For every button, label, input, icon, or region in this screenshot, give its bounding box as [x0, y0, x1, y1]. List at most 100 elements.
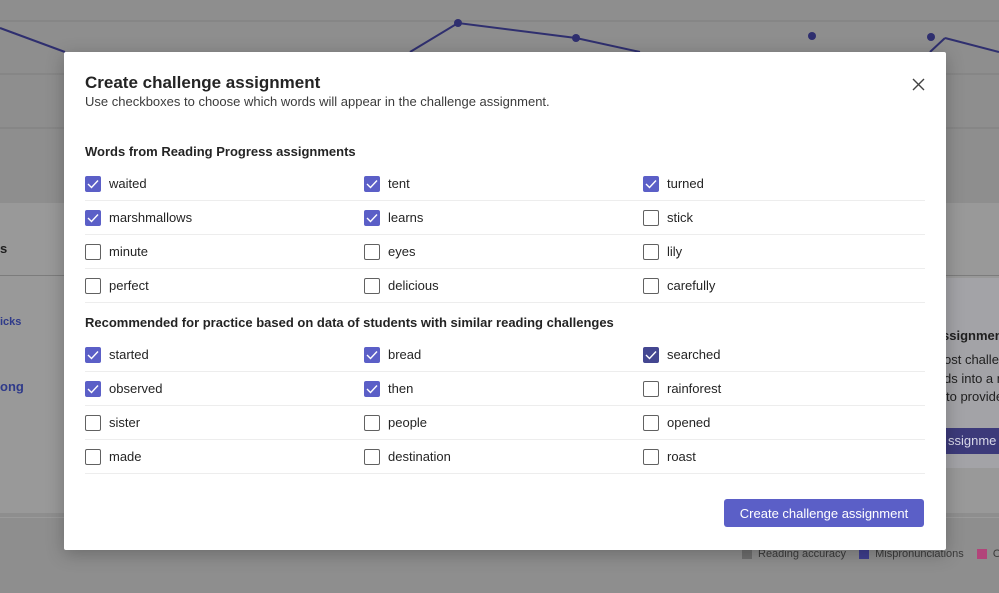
checkbox[interactable] — [364, 175, 380, 192]
close-button[interactable] — [908, 74, 928, 94]
word-option-then[interactable]: then — [364, 372, 413, 405]
word-label: waited — [109, 176, 147, 191]
word-label: people — [388, 415, 428, 430]
checkbox[interactable] — [85, 380, 101, 397]
word-row: observed then rainforest — [85, 372, 925, 406]
checkmark-icon — [366, 384, 378, 394]
create-challenge-button[interactable]: Create challenge assignment — [724, 499, 924, 527]
checkbox[interactable] — [364, 243, 380, 260]
word-option-bread[interactable]: bread — [364, 338, 421, 371]
section-title-reading-progress: Words from Reading Progress assignments — [85, 144, 356, 159]
checkbox[interactable] — [85, 209, 101, 226]
word-label: tent — [388, 176, 410, 191]
word-row: perfect delicious carefully — [85, 269, 925, 303]
checkbox[interactable] — [85, 277, 101, 294]
word-label: delicious — [388, 278, 439, 293]
checkbox[interactable] — [364, 414, 380, 431]
checkbox[interactable] — [364, 209, 380, 226]
checkbox[interactable] — [364, 277, 380, 294]
word-option-delicious[interactable]: delicious — [364, 269, 439, 302]
word-label: learns — [388, 210, 424, 225]
close-icon — [912, 78, 924, 90]
checkbox[interactable] — [85, 346, 101, 363]
checkmark-icon — [645, 179, 657, 189]
legend-swatch — [976, 549, 987, 559]
word-option-eyes[interactable]: eyes — [364, 235, 415, 268]
checkmark-icon — [87, 384, 99, 394]
word-option-destination[interactable]: destination — [364, 440, 451, 473]
word-label: opened — [667, 415, 711, 430]
word-option-rainforest[interactable]: rainforest — [643, 372, 721, 405]
word-option-sister[interactable]: sister — [85, 406, 140, 439]
word-grid-recommended: started bread searched observed then rainfore… — [85, 338, 925, 474]
word-option-searched[interactable]: searched — [643, 338, 720, 371]
checkbox[interactable] — [85, 414, 101, 431]
background-link: ong — [0, 379, 24, 394]
background-card-text: ost challer — [944, 352, 999, 367]
checkmark-icon — [645, 350, 657, 360]
word-label: destination — [388, 449, 451, 464]
word-label: sister — [109, 415, 141, 430]
checkbox[interactable] — [643, 243, 659, 260]
word-label: rainforest — [667, 381, 722, 396]
dialog-subtitle: Use checkboxes to choose which words wil… — [85, 94, 550, 109]
word-option-started[interactable]: started — [85, 338, 149, 371]
word-label: turned — [667, 176, 704, 191]
legend-swatch — [742, 549, 752, 559]
word-row: made destination roast — [85, 440, 925, 474]
word-option-made[interactable]: made — [85, 440, 142, 473]
word-label: roast — [667, 449, 696, 464]
word-row: marshmallows learns stick — [85, 201, 925, 235]
checkmark-icon — [366, 179, 378, 189]
checkbox[interactable] — [85, 448, 101, 465]
word-row: started bread searched — [85, 338, 925, 372]
background-link: icks — [0, 316, 22, 328]
word-label: started — [109, 347, 149, 362]
checkbox[interactable] — [85, 243, 101, 260]
word-option-carefully[interactable]: carefully — [643, 269, 715, 302]
checkbox[interactable] — [643, 414, 659, 431]
word-option-observed[interactable]: observed — [85, 372, 162, 405]
checkmark-icon — [87, 179, 99, 189]
word-option-stick[interactable]: stick — [643, 201, 693, 234]
word-row: waited tent turned — [85, 167, 925, 201]
background-text: s — [0, 241, 8, 256]
checkbox[interactable] — [85, 175, 101, 192]
checkbox[interactable] — [364, 346, 380, 363]
checkbox[interactable] — [643, 380, 659, 397]
background-card-text: ds into a n — [944, 371, 999, 386]
word-label: perfect — [109, 278, 149, 293]
section-title-recommended: Recommended for practice based on data o… — [85, 315, 614, 330]
checkbox[interactable] — [643, 448, 659, 465]
word-option-perfect[interactable]: perfect — [85, 269, 149, 302]
checkbox[interactable] — [364, 448, 380, 465]
word-label: observed — [109, 381, 163, 396]
checkmark-icon — [87, 350, 99, 360]
legend-label: O — [992, 548, 999, 560]
word-option-minute[interactable]: minute — [85, 235, 148, 268]
word-option-waited[interactable]: waited — [85, 167, 147, 200]
word-option-lily[interactable]: lily — [643, 235, 682, 268]
checkbox[interactable] — [643, 175, 659, 192]
create-challenge-dialog: Create challenge assignment Use checkbox… — [64, 52, 946, 550]
word-label: then — [388, 381, 414, 396]
background-card-heading: ssignment — [942, 328, 999, 343]
word-grid-reading-progress: waited tent turned marshmallows learns stick m… — [85, 167, 925, 303]
word-option-roast[interactable]: roast — [643, 440, 696, 473]
word-option-marshmallows[interactable]: marshmallows — [85, 201, 192, 234]
word-label: minute — [109, 244, 149, 259]
word-option-opened[interactable]: opened — [643, 406, 710, 439]
legend-swatch — [859, 549, 870, 559]
checkbox[interactable] — [364, 380, 380, 397]
dialog-title: Create challenge assignment — [85, 73, 321, 92]
word-option-people[interactable]: people — [364, 406, 427, 439]
checkbox[interactable] — [643, 346, 659, 363]
checkbox[interactable] — [643, 209, 659, 226]
checkbox[interactable] — [643, 277, 659, 294]
word-option-turned[interactable]: turned — [643, 167, 704, 200]
word-option-learns[interactable]: learns — [364, 201, 423, 234]
word-label: stick — [667, 210, 693, 225]
background-button: ssignme — [944, 428, 999, 454]
word-label: bread — [388, 347, 422, 362]
word-option-tent[interactable]: tent — [364, 167, 410, 200]
